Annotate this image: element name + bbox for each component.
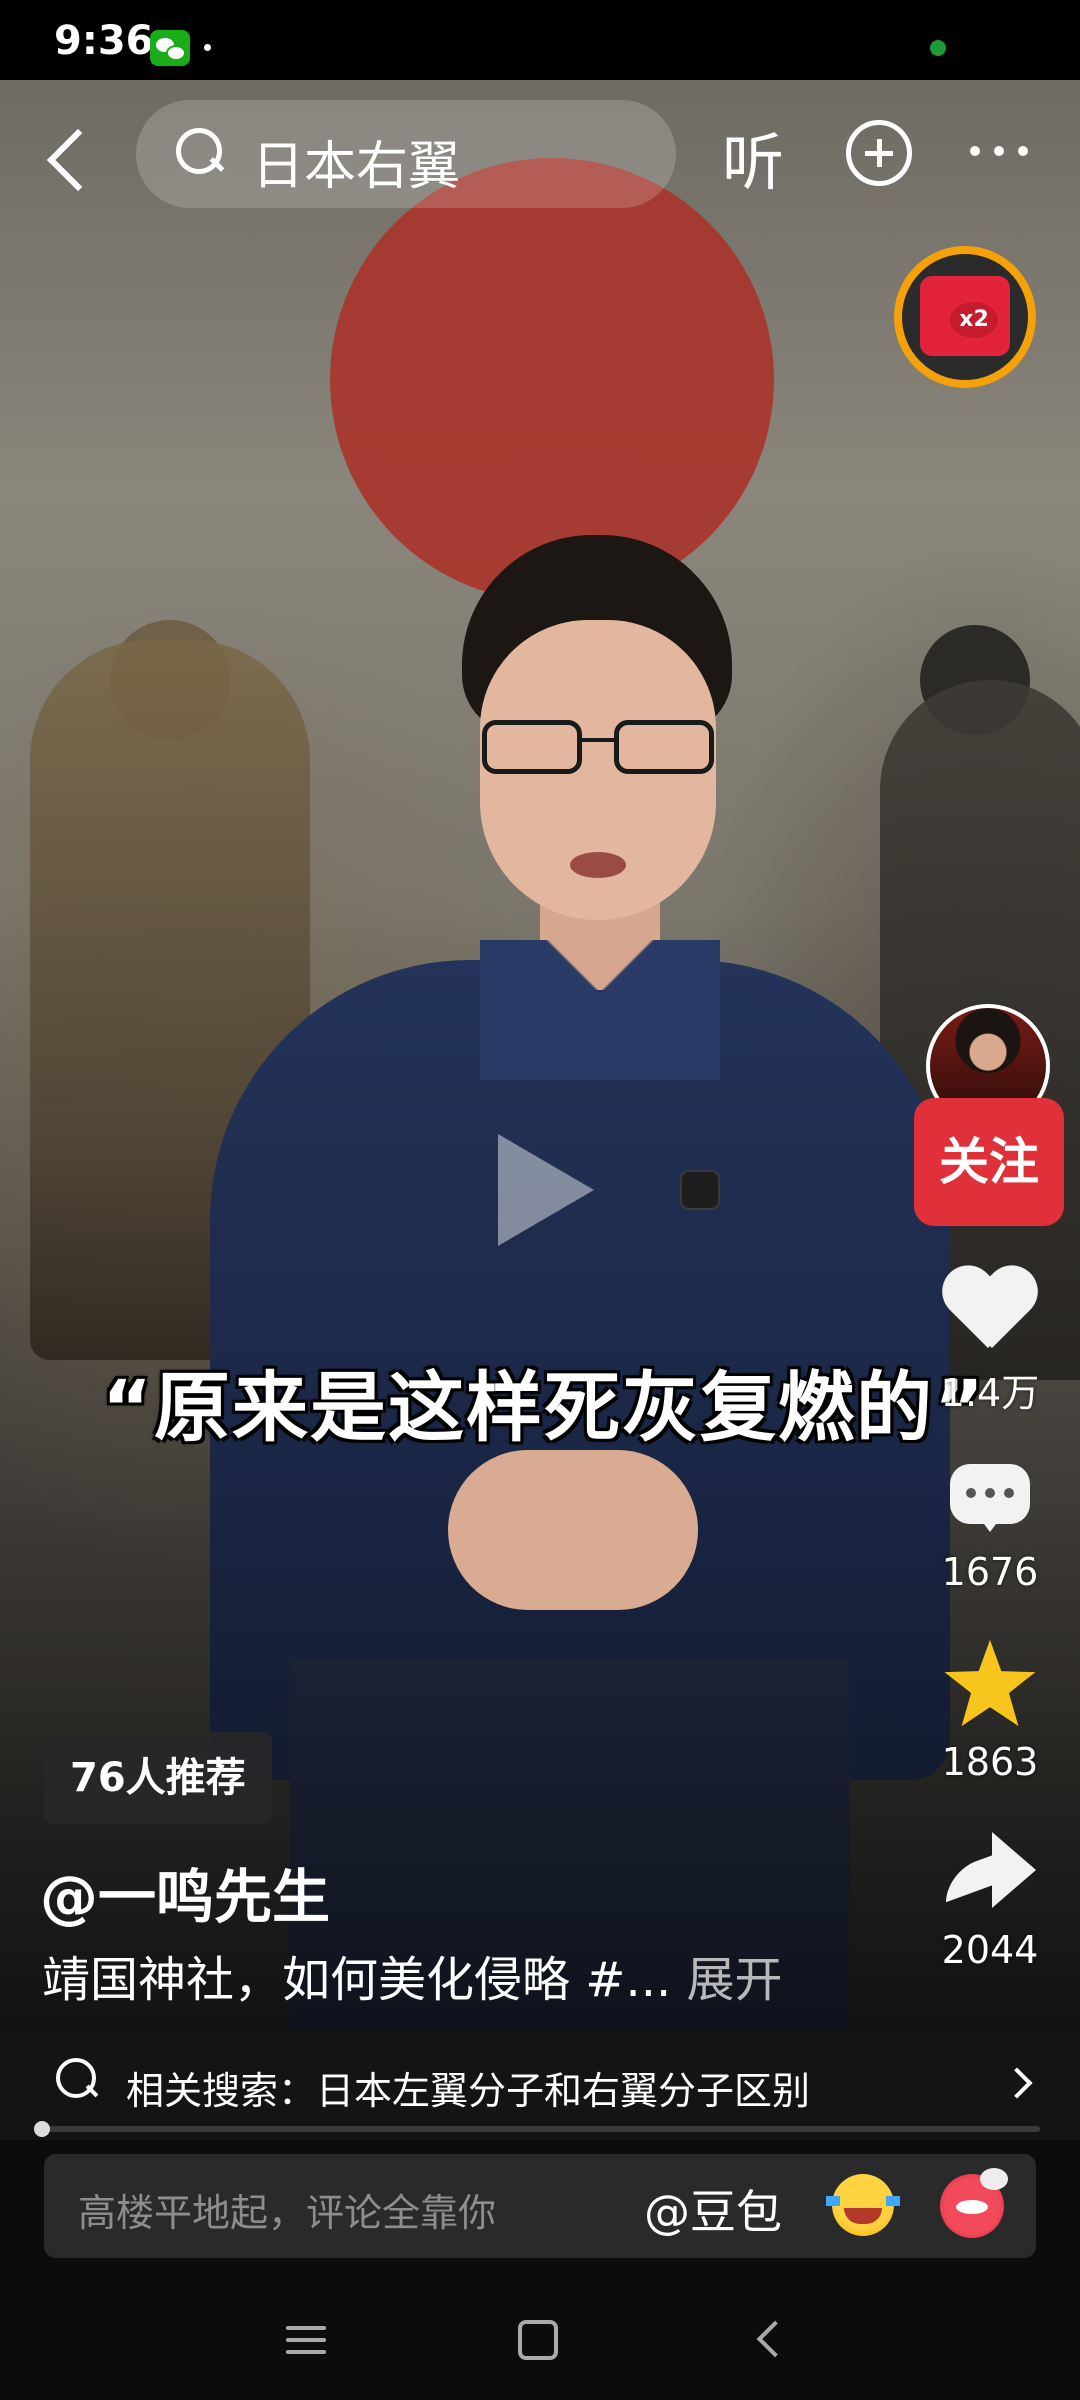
recent-apps-icon[interactable] — [286, 2322, 326, 2358]
play-icon[interactable] — [498, 1134, 594, 1246]
listen-button[interactable]: 听 — [722, 112, 784, 202]
notification-dot-icon — [204, 44, 211, 51]
presenter-hands — [448, 1450, 698, 1610]
post-description[interactable]: 靖国神社，如何美化侵略 #... 展开 — [42, 1940, 783, 2010]
status-bar: 9:36 — [0, 0, 1080, 80]
camera-indicator-icon — [930, 40, 946, 56]
comment-placeholder: 高楼平地起，评论全靠你 — [78, 2191, 497, 2235]
share-arrow-icon[interactable] — [940, 1828, 1040, 1918]
presenter-glasses — [482, 720, 714, 776]
status-time: 9:36 — [54, 18, 154, 64]
system-nav-bar — [0, 2290, 1080, 2400]
presenter-mouth — [570, 852, 626, 878]
comment-count: 1676 — [941, 1550, 1039, 1594]
related-search-bar[interactable]: 相关搜索：日本左翼分子和右翼分子区别 — [0, 2030, 1080, 2140]
back-button[interactable] — [40, 118, 100, 198]
comment-input[interactable]: 高楼平地起，评论全靠你 @豆包 — [44, 2154, 1036, 2258]
laughing-emoji-icon[interactable] — [826, 2174, 900, 2236]
video-progress-handle[interactable] — [34, 2121, 50, 2137]
description-text: 靖国神社，如何美化侵略 #... — [42, 1952, 672, 2008]
heart-icon[interactable] — [940, 1264, 1040, 1354]
comment-icon[interactable] — [940, 1460, 1040, 1540]
search-query: 日本右翼 — [252, 137, 461, 197]
favorite-count: 1863 — [941, 1740, 1039, 1784]
author-name[interactable]: @一鸣先生 — [40, 1850, 330, 1934]
home-icon[interactable] — [518, 2320, 558, 2360]
presenter-collar — [480, 940, 720, 1080]
chevron-right-icon — [1001, 2067, 1033, 2099]
search-bar[interactable]: 日本右翼 — [136, 100, 676, 208]
video-progress-bar[interactable] — [40, 2126, 1040, 2132]
plus-circle-icon[interactable] — [846, 120, 912, 186]
mention-doubao-button[interactable]: @豆包 — [644, 2176, 782, 2242]
related-search-text: 相关搜索：日本左翼分子和右翼分子区别 — [126, 2069, 811, 2113]
follow-button[interactable]: 关注 — [914, 1098, 1064, 1226]
redpacket-multiplier-badge: x2 — [950, 302, 998, 338]
system-back-icon[interactable] — [756, 2320, 794, 2358]
more-horizontal-icon[interactable] — [970, 140, 1030, 160]
search-icon — [56, 2058, 106, 2108]
video-caption: “原来是这样死灰复燃的” — [102, 1363, 986, 1452]
background-red-sun — [330, 158, 774, 602]
star-icon[interactable] — [942, 1638, 1038, 1728]
wechat-notification-icon — [150, 30, 190, 66]
angry-emoji-icon[interactable] — [940, 2168, 1008, 2238]
redpacket-reward-button[interactable]: x2 — [894, 246, 1036, 388]
expand-link[interactable]: 展开 — [687, 1952, 783, 2008]
share-count: 2044 — [941, 1928, 1039, 1972]
like-count: 1.4万 — [940, 1371, 1040, 1415]
lapel-mic — [680, 1170, 720, 1210]
recommend-badge[interactable]: 76人推荐 — [44, 1732, 272, 1824]
redpacket-icon: x2 — [920, 276, 1010, 356]
search-icon — [176, 128, 228, 180]
